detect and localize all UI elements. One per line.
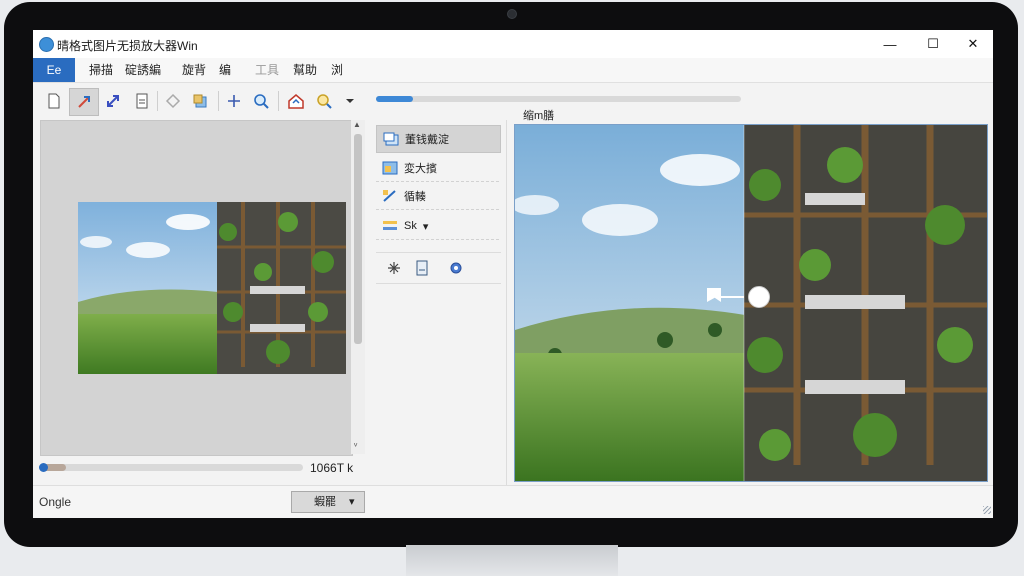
status-text: Ongle <box>39 495 72 509</box>
convert-icon <box>383 190 396 202</box>
list-icon <box>383 221 397 230</box>
home-icon[interactable] <box>286 91 306 111</box>
action-convert[interactable]: 循輳 <box>376 183 499 210</box>
webcam <box>507 9 517 19</box>
crosshair-icon[interactable] <box>224 91 244 111</box>
compare-slider-handle[interactable] <box>748 286 770 308</box>
action-label: Sk <box>404 220 417 232</box>
gear-icon[interactable] <box>446 258 466 278</box>
resize-icon[interactable] <box>69 88 99 116</box>
app-icon <box>39 37 54 52</box>
menu-help[interactable]: 幫助 <box>287 58 323 82</box>
action-label: 変大擯 <box>404 163 437 175</box>
thumbnail-image <box>78 202 346 374</box>
action-label: 循輳 <box>404 191 426 203</box>
processing-progress-bar <box>376 96 741 102</box>
comparison-view[interactable] <box>514 124 988 482</box>
processing-progress-fill <box>376 96 413 102</box>
chevron-down-icon: ▾ <box>349 496 355 508</box>
document-icon[interactable] <box>132 91 152 111</box>
small-tool-row <box>376 252 501 284</box>
document-icon[interactable] <box>412 258 432 278</box>
scrollbar-thumb[interactable] <box>354 134 362 344</box>
status-bar <box>33 485 993 518</box>
monitor-stand <box>406 545 618 576</box>
menu-scan[interactable]: 掃描 <box>83 58 119 82</box>
action-label: 董钱戴淀 <box>405 134 449 146</box>
menu-edit[interactable]: 碇誘編 <box>119 58 167 82</box>
action-list: 董钱戴淀 変大擯 循輳 Sk ▾ <box>376 125 501 243</box>
action-enlarge[interactable]: 変大擯 <box>376 155 499 182</box>
preview-area[interactable] <box>40 120 353 456</box>
zoom-value-text: 1066T <box>310 461 344 475</box>
menu-browse[interactable]: 浏 <box>325 58 349 82</box>
scroll-down-arrow-icon[interactable]: ᵥ <box>354 438 357 449</box>
compare-slider-line <box>718 296 744 298</box>
action-batch-enhance[interactable]: 董钱戴淀 <box>376 125 501 153</box>
snowflake-icon[interactable] <box>384 258 404 278</box>
vertical-scrollbar[interactable]: ▲ ᵥ <box>351 120 365 454</box>
scroll-up-arrow-icon[interactable]: ▲ <box>353 120 361 129</box>
close-button[interactable]: ✕ <box>953 30 993 58</box>
menu-file[interactable]: Ee <box>33 58 75 82</box>
toolbar-separator <box>218 91 219 111</box>
status-dropdown-label: 蝦罷 <box>314 496 336 508</box>
action-settings-dropdown[interactable]: Sk ▾ <box>376 213 499 240</box>
zoom-icon[interactable] <box>251 91 271 111</box>
menu-tools[interactable]: 工具 <box>249 58 285 82</box>
layers-icon[interactable] <box>190 91 210 111</box>
toolbar-separator <box>157 91 158 111</box>
window-title: 晴格式图片无损放大器Win <box>57 39 198 53</box>
zoom-value: 1066T k <box>310 461 353 475</box>
diamond-icon[interactable] <box>163 91 183 111</box>
title-bar: 晴格式图片无损放大器Win — ☐ ✕ <box>33 30 993 58</box>
menu-bar: Ee 掃描 碇誘編 旋背 编 工具 幫助 浏 <box>33 58 993 83</box>
zoom-progress-bar[interactable] <box>39 463 303 472</box>
toolbar-more-chevron-icon[interactable] <box>340 91 360 111</box>
app-window: 晴格式图片无损放大器Win — ☐ ✕ Ee 掃描 碇誘編 旋背 编 工具 幫助… <box>33 30 993 518</box>
zoom-value-suffix: k <box>347 461 354 475</box>
menu-edit-2[interactable]: 编 <box>213 58 237 82</box>
panel-divider[interactable] <box>506 120 507 485</box>
toolbar-separator <box>278 91 279 111</box>
expand-icon[interactable] <box>103 91 123 111</box>
maximize-button[interactable]: ☐ <box>913 30 953 58</box>
search-settings-icon[interactable] <box>314 91 334 111</box>
menu-rotate[interactable]: 旋背 <box>176 58 212 82</box>
comparison-label: 缩m膳 <box>523 110 555 122</box>
status-dropdown[interactable]: 蝦罷 ▾ <box>291 491 365 513</box>
enlarge-icon <box>382 161 398 175</box>
chevron-down-icon: ▾ <box>422 220 429 233</box>
image-stack-icon <box>383 132 399 146</box>
resize-grip[interactable] <box>983 506 991 514</box>
zoom-progress-handle[interactable] <box>39 463 48 472</box>
minimize-button[interactable]: — <box>870 30 910 58</box>
new-file-icon[interactable] <box>44 91 64 111</box>
